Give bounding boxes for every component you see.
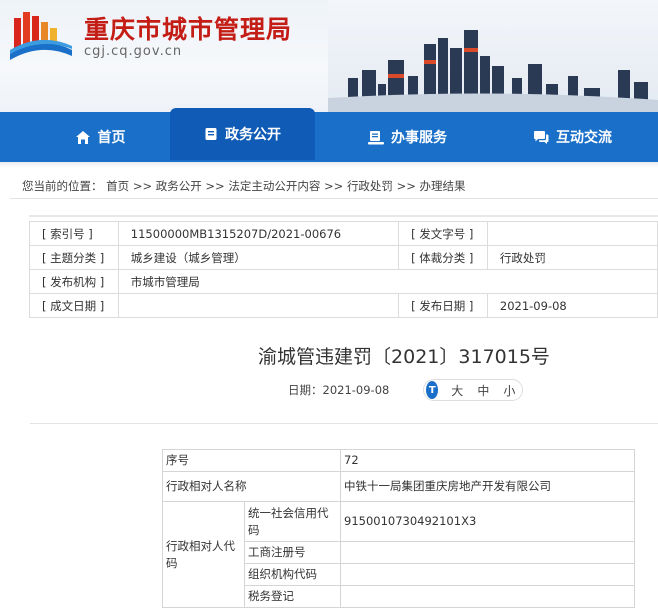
breadcrumb-separator: >> [396, 179, 416, 193]
seq-value: 72 [340, 449, 635, 472]
info-key-doc-number: [ 发文字号 ] [398, 221, 488, 246]
info-key-publisher: [ 发布机构 ] [29, 269, 119, 294]
nav-shadow [0, 162, 658, 168]
breadcrumb-separator: >> [205, 179, 225, 193]
info-value-topic: 城乡建设（城乡管理） [117, 245, 400, 270]
table-row: 行政相对人代码 统一社会信用代码 9150010730492101X3 [162, 501, 635, 608]
info-value-genre: 行政处罚 [486, 245, 658, 270]
nav-label: 首页 [97, 130, 126, 146]
home-icon [75, 130, 90, 144]
info-key-genre: [ 体裁分类 ] [398, 245, 488, 270]
party-label: 行政相对人名称 [162, 471, 341, 502]
org-code-label: 组织机构代码 [244, 563, 341, 586]
breadcrumb-separator: >> [324, 179, 344, 193]
info-key-publish-date: [ 发布日期 ] [398, 293, 488, 318]
business-reg-value [340, 541, 635, 564]
info-value-written-date [117, 293, 400, 318]
font-size-small[interactable]: 小 [503, 382, 515, 399]
site-domain: cgj.cq.gov.cn [84, 44, 183, 59]
nav-item-gov-affairs[interactable]: 政务公开 [170, 108, 315, 160]
divider [10, 198, 658, 199]
nav-item-home[interactable]: 首页 [30, 112, 170, 162]
divider [29, 215, 658, 217]
font-size-medium[interactable]: 中 [477, 382, 489, 399]
info-key-topic: [ 主题分类 ] [29, 245, 119, 270]
service-icon [368, 130, 384, 144]
info-row-topic: [ 主题分类 ] 城乡建设（城乡管理） [ 体裁分类 ] 行政处罚 [29, 245, 658, 270]
credit-code-label: 统一社会信用代码 [244, 501, 341, 542]
party-value: 中铁十一局集团重庆房地产开发有限公司 [340, 471, 635, 502]
nav-item-interaction[interactable]: 互动交流 [500, 112, 645, 162]
info-key-index: [ 索引号 ] [29, 221, 119, 246]
info-value-publisher: 市城市管理局 [117, 269, 658, 294]
info-row-publisher: [ 发布机构 ] 市城市管理局 [29, 269, 658, 294]
breadcrumb-prefix: 您当前的位置： [22, 179, 103, 193]
info-row-dates: [ 成文日期 ] [ 发布日期 ] 2021-09-08 [29, 293, 658, 318]
site-logo[interactable] [8, 10, 74, 60]
table-row: 行政相对人名称 中铁十一局集团重庆房地产开发有限公司 [162, 471, 635, 502]
nav-label: 办事服务 [391, 130, 447, 146]
table-row: 序号 72 [162, 449, 635, 472]
tax-reg-value [340, 585, 635, 608]
info-row-index: [ 索引号 ] 11500000MB1315207D/2021-00676 [ … [29, 221, 658, 246]
nav-item-services[interactable]: 办事服务 [335, 112, 480, 162]
breadcrumb-separator: >> [132, 179, 153, 193]
nav-label: 互动交流 [556, 130, 612, 146]
city-skyline-image [328, 0, 658, 112]
breadcrumb-statutory-disclosure[interactable]: 法定主动公开内容 [228, 179, 320, 193]
penalty-data-table: 序号 72 行政相对人名称 中铁十一局集团重庆房地产开发有限公司 行政相对人代码… [162, 449, 635, 608]
tax-reg-label: 税务登记 [244, 585, 341, 608]
business-reg-label: 工商注册号 [244, 541, 341, 564]
breadcrumb: 您当前的位置： 首页 >> 政务公开 >> 法定主动公开内容 >> 行政处罚 >… [22, 178, 466, 194]
document-meta: 日期： 2021-09-08 T 大 中 小 [288, 379, 524, 401]
info-value-index: 11500000MB1315207D/2021-00676 [117, 221, 400, 246]
credit-code-value: 9150010730492101X3 [340, 501, 635, 542]
seq-label: 序号 [162, 449, 341, 472]
document-date: 2021-09-08 [322, 383, 390, 397]
nav-label: 政务公开 [225, 127, 281, 143]
org-code-value [340, 563, 635, 586]
date-label: 日期： [288, 383, 323, 397]
breadcrumb-home[interactable]: 首页 [106, 179, 129, 193]
font-size-control: T 大 中 小 [423, 379, 524, 401]
info-key-written-date: [ 成文日期 ] [29, 293, 119, 318]
code-label: 行政相对人代码 [162, 501, 245, 608]
breadcrumb-results[interactable]: 办理结果 [420, 179, 466, 193]
divider [30, 423, 658, 424]
document-icon [205, 128, 217, 140]
info-value-publish-date: 2021-09-08 [486, 293, 658, 318]
font-size-icon: T [426, 381, 439, 399]
site-title: 重庆市城市管理局 [84, 15, 293, 44]
breadcrumb-admin-penalty[interactable]: 行政处罚 [347, 179, 393, 193]
font-size-large[interactable]: 大 [451, 382, 463, 399]
main-nav: 首页 政务公开 办事服务 互动交流 [0, 108, 658, 162]
chat-icon [534, 130, 549, 144]
document-info-table: [ 索引号 ] 11500000MB1315207D/2021-00676 [ … [29, 221, 658, 318]
site-header: 重庆市城市管理局 cgj.cq.gov.cn [0, 0, 658, 112]
breadcrumb-gov-affairs[interactable]: 政务公开 [156, 179, 202, 193]
info-value-doc-number [486, 221, 658, 246]
document-title: 渝城管违建罚〔2021〕317015号 [258, 346, 550, 368]
